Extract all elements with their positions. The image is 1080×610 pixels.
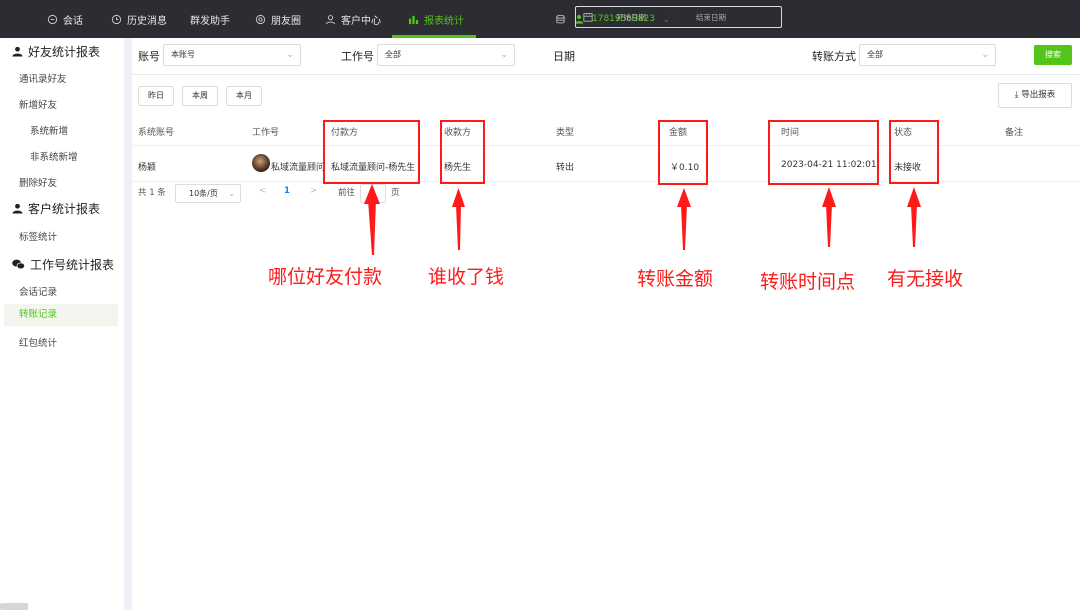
annotation-label-amount: 转账金额 <box>637 268 714 290</box>
arrow-amount <box>681 205 687 250</box>
annotation-label-time: 转账时间点 <box>760 271 856 293</box>
annotation-arrows <box>364 184 921 255</box>
annotation-label-status: 有无接收 <box>887 268 964 290</box>
arrow-payee <box>456 205 461 250</box>
annotation-label-payee: 谁收了钱 <box>428 266 505 288</box>
arrow-time <box>826 205 832 247</box>
arrow-payer <box>368 200 376 255</box>
arrow-status <box>911 205 917 247</box>
annotation-label-payer: 哪位好友付款 <box>268 266 383 288</box>
